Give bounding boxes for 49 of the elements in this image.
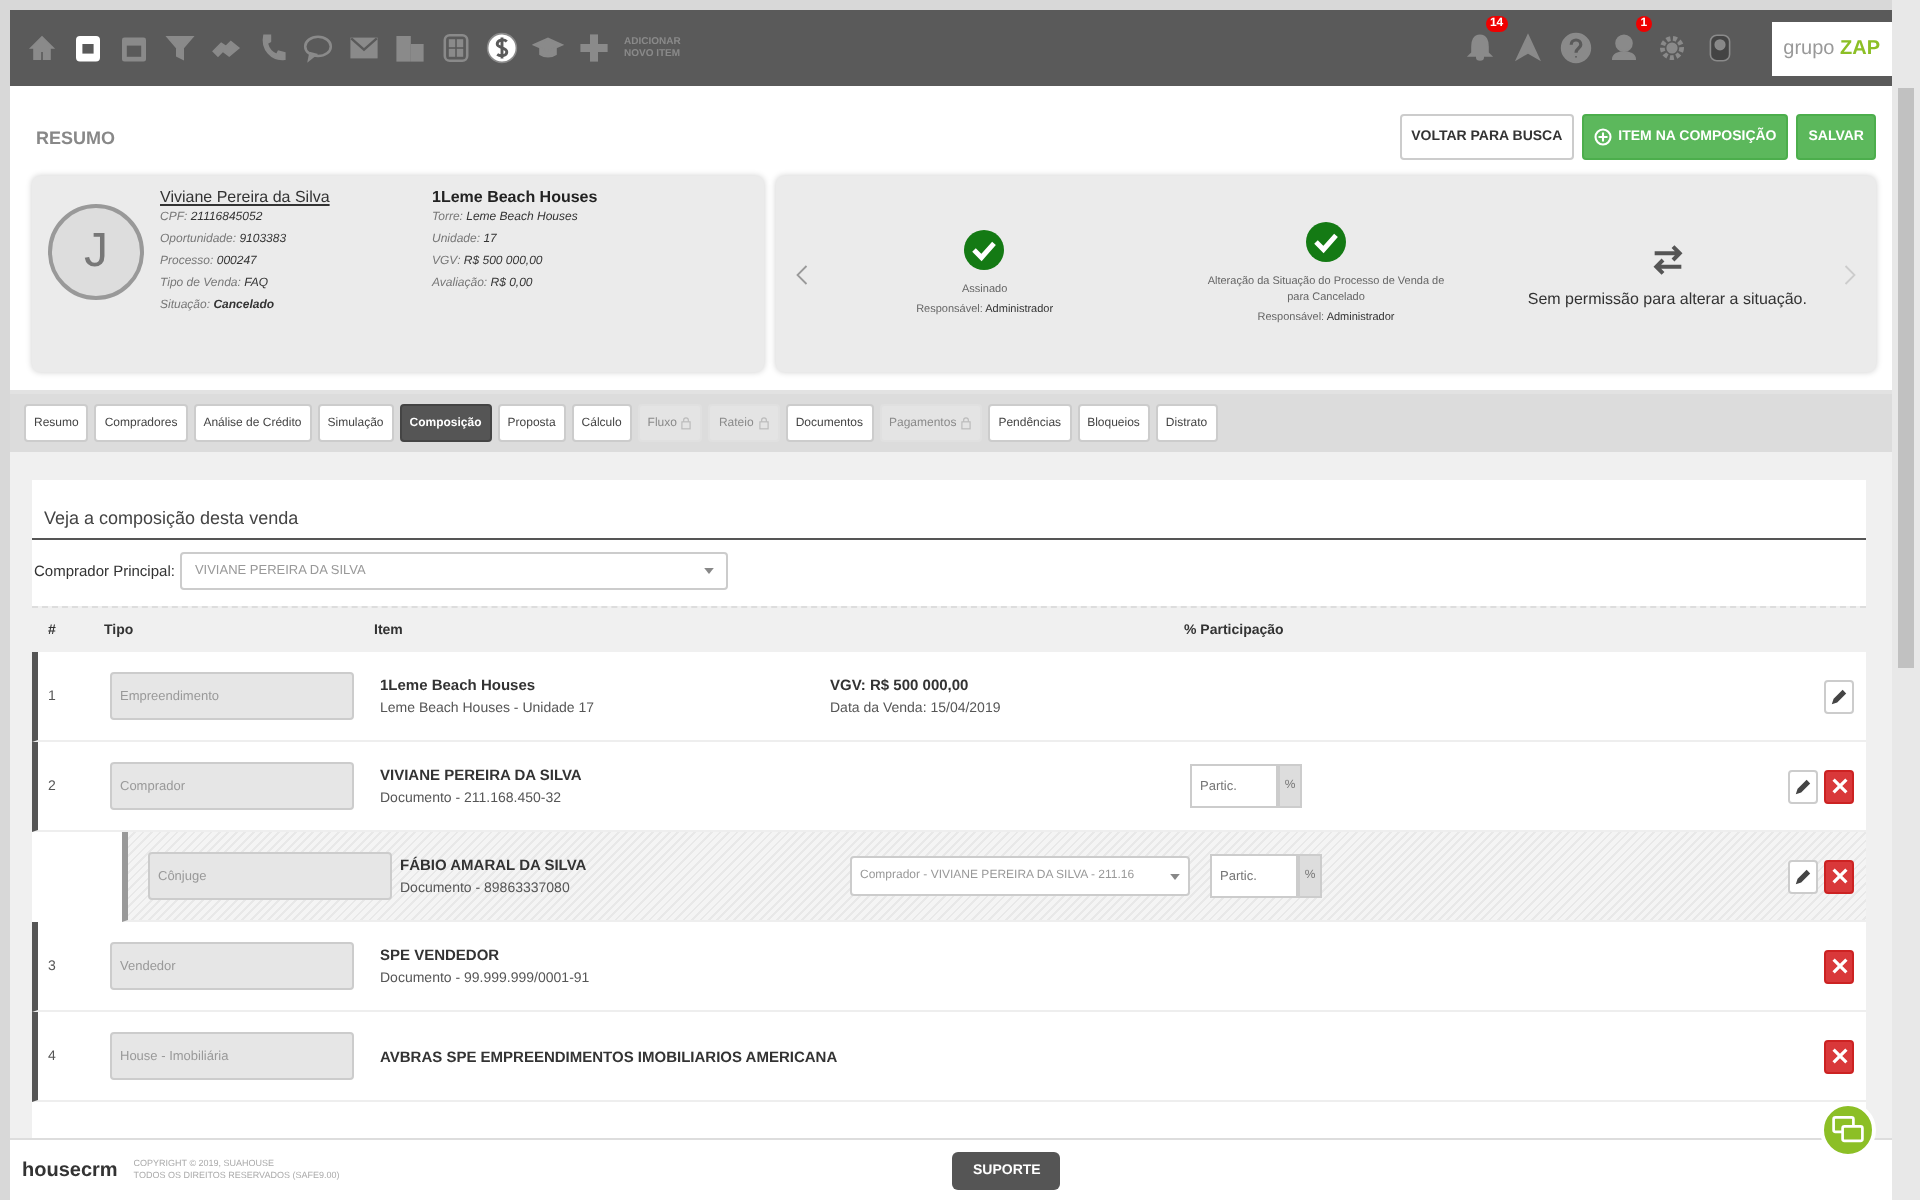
- home-icon[interactable]: [26, 32, 58, 64]
- caret-icon: [704, 568, 715, 574]
- bell-icon[interactable]: [1463, 32, 1496, 64]
- section-title: RESUMO: [36, 127, 116, 147]
- close-icon: [1831, 1048, 1847, 1064]
- edit-button[interactable]: [1788, 859, 1818, 893]
- plus-icon[interactable]: [578, 32, 610, 64]
- buildings-icon[interactable]: [394, 32, 426, 64]
- edit-button[interactable]: [1824, 679, 1854, 713]
- pencil-icon: [1794, 867, 1812, 885]
- close-icon: [1831, 868, 1847, 884]
- lock-icon: [960, 416, 973, 430]
- person-icon[interactable]: [1607, 32, 1640, 64]
- close-icon: [1831, 958, 1847, 974]
- pencil-icon: [1794, 777, 1812, 795]
- avatar: J: [48, 204, 144, 300]
- plus-circle-icon: [1594, 128, 1613, 146]
- settings-icon[interactable]: [1655, 32, 1688, 64]
- lock-icon: [680, 416, 693, 430]
- edit-button[interactable]: [1788, 769, 1818, 803]
- calendar-icon[interactable]: [118, 32, 150, 64]
- delete-button[interactable]: [1824, 1039, 1854, 1073]
- calculator-icon[interactable]: [440, 32, 472, 64]
- caret-icon: [1170, 873, 1180, 879]
- delete-button[interactable]: [1824, 769, 1854, 803]
- funnel-icon[interactable]: [164, 32, 196, 64]
- dollar-icon[interactable]: [486, 32, 518, 64]
- pencil-icon: [1830, 687, 1848, 705]
- delete-button[interactable]: [1824, 949, 1854, 983]
- property-name: 1Leme Beach Houses: [432, 188, 600, 206]
- card-icon[interactable]: [72, 32, 104, 64]
- previous-icon[interactable]: [796, 263, 808, 285]
- check-icon: [1306, 222, 1346, 262]
- lock-icon: [757, 416, 770, 430]
- housecrm-logo: housecrm: [22, 1159, 118, 1181]
- cap-icon[interactable]: [532, 32, 564, 64]
- chat-icon[interactable]: [302, 32, 334, 64]
- client-name-link[interactable]: Viviane Pereira da Silva: [160, 188, 416, 206]
- scrollbar[interactable]: [1892, 0, 1920, 1200]
- check-icon: [964, 230, 1005, 270]
- chat-icon: [1830, 1112, 1866, 1148]
- status-text: Sem permissão para alterar a situação.: [1527, 292, 1807, 308]
- delete-button[interactable]: [1824, 859, 1854, 893]
- close-icon: [1831, 778, 1847, 794]
- help-icon[interactable]: [1559, 32, 1592, 64]
- brand-logo: grupo ZAP: [1771, 21, 1892, 75]
- mail-icon[interactable]: [348, 32, 380, 64]
- panel-title: Veja a composição desta venda: [32, 496, 1866, 540]
- next-icon[interactable]: [1844, 263, 1857, 285]
